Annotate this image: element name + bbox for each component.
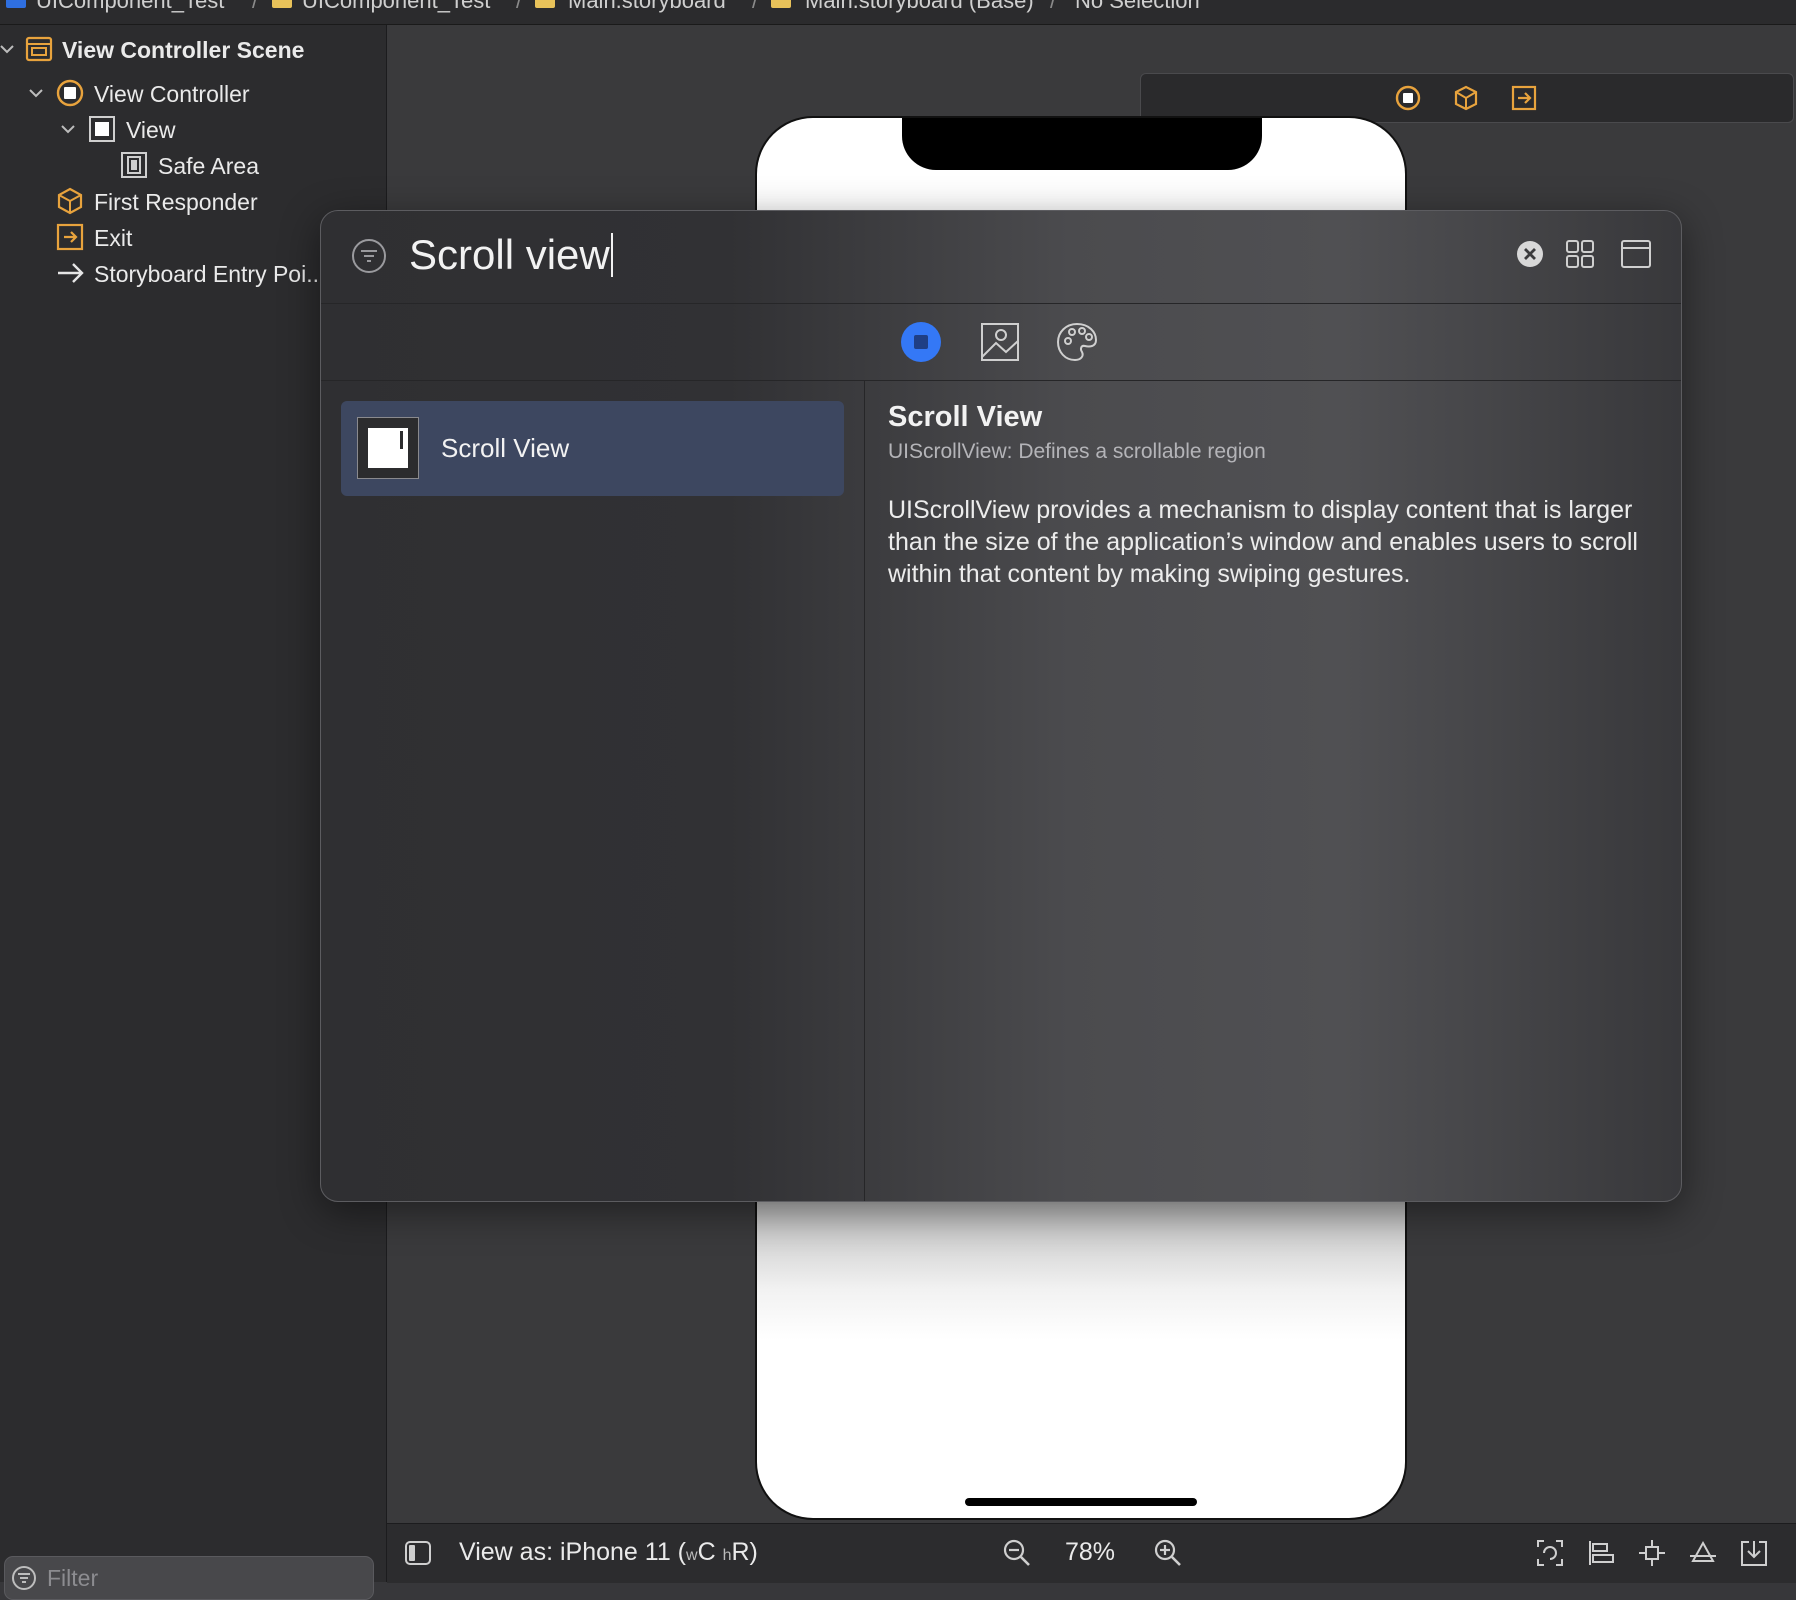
zoom-out-icon[interactable]: [1002, 1538, 1032, 1568]
resolve-layout-icon[interactable]: [1688, 1538, 1718, 1568]
home-indicator: [965, 1498, 1197, 1506]
zoom-in-icon[interactable]: [1153, 1538, 1183, 1568]
outline-row-scene[interactable]: View Controller Scene: [0, 33, 380, 67]
library-item-scroll-view[interactable]: Scroll View: [341, 401, 844, 496]
view-as-suffix: ): [749, 1538, 758, 1566]
view-controller-icon: [56, 79, 84, 107]
detail-title: Scroll View: [888, 401, 1043, 433]
outline-label: Storyboard Entry Poi...: [94, 261, 326, 287]
chevron-down-icon[interactable]: [0, 40, 16, 58]
breadcrumb-item-project[interactable]: UIComponent_Test: [36, 0, 224, 14]
outline-label: View Controller: [94, 81, 250, 107]
breadcrumb-item-storyboard-base[interactable]: Main.storyboard (Base): [805, 0, 1034, 14]
breadcrumb-separator: /: [1050, 0, 1057, 13]
clear-search-icon[interactable]: [1513, 237, 1547, 271]
folder-icon: [272, 0, 292, 8]
first-responder-icon[interactable]: [1453, 85, 1479, 111]
exit-icon[interactable]: [1511, 85, 1537, 111]
breadcrumb-item-folder[interactable]: UIComponent_Test: [302, 0, 490, 14]
breadcrumb-item-storyboard[interactable]: Main.storyboard: [568, 0, 726, 14]
width-class-marker: w: [686, 1547, 698, 1564]
view-icon: [89, 116, 115, 142]
breadcrumb-separator: /: [252, 0, 259, 13]
outline-label: View: [126, 117, 176, 143]
scroll-view-icon-indicator: [400, 431, 403, 449]
project-icon: [6, 0, 26, 8]
detail-description: UIScrollView provides a mechanism to dis…: [888, 496, 1638, 588]
embed-in-icon[interactable]: [1739, 1538, 1769, 1568]
library-search-bar: Scroll view: [321, 211, 1681, 304]
width-class: C: [697, 1538, 716, 1566]
safe-area-icon: [121, 152, 147, 178]
grid-view-icon[interactable]: [1563, 237, 1597, 271]
chevron-down-icon[interactable]: [27, 84, 45, 102]
filter-icon[interactable]: [351, 238, 387, 274]
object-library-popover: Scroll view Scroll View Scroll View UISc…: [320, 210, 1682, 1202]
view-controller-icon[interactable]: [1395, 85, 1421, 111]
breadcrumb-separator: /: [516, 0, 523, 13]
zoom-level[interactable]: 78%: [1065, 1538, 1115, 1567]
library-item-label: Scroll View: [441, 433, 570, 463]
entry-arrow-icon: [58, 263, 84, 283]
exit-icon: [56, 223, 84, 251]
objects-tab-icon[interactable]: [900, 321, 942, 363]
chevron-down-icon[interactable]: [59, 120, 77, 138]
color-palette-icon[interactable]: [1056, 321, 1098, 363]
view-as-label: View as: iPhone 11 (: [459, 1538, 686, 1566]
outline-row-safe-area[interactable]: Safe Area: [0, 149, 380, 183]
device-frame-top[interactable]: [755, 116, 1407, 210]
height-class: R: [731, 1538, 750, 1566]
update-frames-icon[interactable]: [1535, 1538, 1565, 1568]
library-results-list: Scroll View: [321, 381, 865, 1201]
sidebar-toggle-icon[interactable]: [403, 1538, 433, 1568]
breadcrumb: UIComponent_Test / UIComponent_Test / Ma…: [0, 0, 1796, 25]
device-notch: [902, 118, 1262, 170]
first-responder-icon: [57, 187, 83, 215]
device-frame-bottom[interactable]: [755, 1200, 1407, 1520]
breadcrumb-separator: /: [752, 0, 759, 13]
add-constraints-icon[interactable]: [1637, 1538, 1667, 1568]
filter-input[interactable]: [45, 1561, 369, 1595]
library-tab-bar: [321, 304, 1681, 381]
outline-label: First Responder: [94, 189, 258, 215]
outline-row-view-controller[interactable]: View Controller: [0, 77, 380, 111]
outline-label: Exit: [94, 225, 133, 251]
view-as-device-button[interactable]: View as: iPhone 11 (wC hR): [459, 1538, 758, 1567]
storyboard-file-icon: [535, 0, 555, 8]
library-detail-pane: Scroll View UIScrollView: Defines a scro…: [888, 401, 1658, 590]
align-icon[interactable]: [1586, 1538, 1616, 1568]
media-tab-icon[interactable]: [979, 321, 1021, 363]
outline-label: View Controller Scene: [62, 37, 305, 63]
storyboard-file-icon: [771, 0, 791, 8]
outline-label: Safe Area: [158, 153, 260, 179]
breadcrumb-item-selection[interactable]: No Selection: [1075, 0, 1200, 14]
canvas-bottom-bar: View as: iPhone 11 (wC hR) 78%: [387, 1523, 1796, 1583]
filter-icon: [12, 1566, 36, 1590]
window-icon[interactable]: [1619, 237, 1653, 271]
scroll-view-icon: [357, 417, 419, 479]
detail-subtitle: UIScrollView: Defines a scrollable regio…: [888, 440, 1266, 463]
outline-filter-field[interactable]: [4, 1556, 374, 1600]
scene-icon: [25, 36, 53, 62]
library-search-input[interactable]: Scroll view: [409, 231, 613, 279]
outline-row-view[interactable]: View: [0, 113, 380, 147]
